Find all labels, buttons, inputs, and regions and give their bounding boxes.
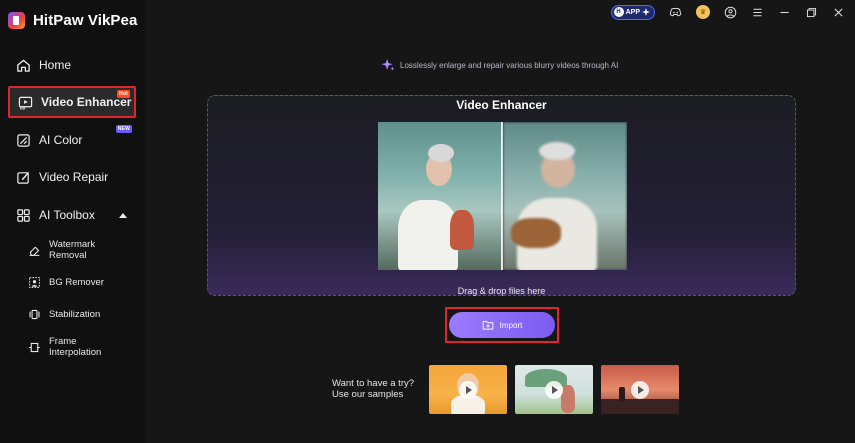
sidebar-item-label: AI Color: [39, 133, 83, 147]
import-highlight: Import: [445, 307, 559, 343]
sidebar-item-label: AI Toolbox: [39, 208, 95, 222]
new-badge: NEW: [115, 125, 132, 133]
hot-badge: Hot: [117, 90, 130, 98]
toolbox-item-bg-remover[interactable]: BG Remover: [28, 276, 138, 289]
sparkle-icon: [642, 8, 650, 16]
play-icon: [631, 381, 649, 399]
folder-plus-icon: [482, 321, 493, 330]
ai-color-icon: [17, 133, 30, 147]
discord-icon[interactable]: [669, 6, 682, 19]
drop-zone[interactable]: Video Enhancer Drag & drop files here: [207, 95, 796, 296]
samples-prompt: Want to have a try? Use our samples: [332, 378, 414, 400]
app-mark-icon: H: [613, 7, 624, 17]
app-name: HitPaw VikPea: [33, 12, 138, 29]
collapse-caret-icon[interactable]: [118, 212, 127, 218]
sidebar-item-video-enhancer[interactable]: HD Video Enhancer Hot: [8, 86, 136, 118]
samples-line-1: Want to have a try?: [332, 378, 415, 389]
samples-line-2: Use our samples: [332, 389, 404, 400]
toolbox-item-label: BG Remover: [49, 277, 104, 288]
brand: HitPaw VikPea: [8, 12, 137, 29]
preview-blurred-half: [503, 122, 627, 270]
app-logo-icon: [8, 12, 25, 29]
sample-video-1[interactable]: [429, 365, 507, 414]
app-label: APP: [625, 8, 640, 16]
drop-zone-hint: Drag & drop files here: [457, 286, 546, 296]
sample-video-3[interactable]: [601, 365, 679, 414]
eraser-icon: [29, 246, 40, 256]
toolbox-item-watermark-removal[interactable]: Watermark Removal: [28, 239, 138, 261]
sidebar-item-home[interactable]: Home: [8, 50, 136, 80]
preview-original-half: [378, 122, 502, 270]
stabilization-icon: [29, 309, 40, 320]
ai-sparkle-icon: [381, 58, 395, 71]
drop-zone-title: Video Enhancer: [456, 98, 547, 112]
bg-remover-icon: [29, 277, 40, 288]
mobile-app-button[interactable]: H APP: [610, 4, 655, 20]
home-icon: [17, 59, 30, 72]
compare-divider: [501, 122, 503, 270]
account-icon[interactable]: [724, 6, 737, 19]
frame-interpolation-icon: [29, 342, 40, 352]
before-after-preview-image: [378, 122, 627, 270]
play-icon: [459, 381, 477, 399]
restore-icon[interactable]: [805, 6, 818, 19]
premium-crown-icon[interactable]: ♛: [696, 5, 710, 19]
minimize-icon[interactable]: [778, 6, 791, 19]
play-icon: [545, 381, 563, 399]
toolbox-item-label: Watermark Removal: [49, 239, 96, 261]
tagline: Losslessly enlarge and repair various bl…: [381, 58, 618, 72]
tagline-text: Losslessly enlarge and repair various bl…: [400, 60, 619, 70]
toolbox-item-label: Frame Interpolation: [49, 336, 102, 358]
sample-video-2[interactable]: [515, 365, 593, 414]
import-label: Import: [499, 320, 523, 330]
menu-icon[interactable]: [751, 6, 764, 19]
sidebar-item-label: Home: [39, 58, 72, 72]
sidebar-item-label: Video Repair: [39, 170, 109, 184]
video-repair-icon: [17, 171, 29, 184]
close-icon[interactable]: [832, 6, 845, 19]
sidebar-item-ai-color[interactable]: AI Color NEW: [8, 125, 136, 155]
import-button[interactable]: Import: [449, 312, 555, 338]
svg-text:HD: HD: [20, 106, 26, 109]
video-enhancer-icon: HD: [18, 96, 33, 110]
sidebar-item-ai-toolbox[interactable]: AI Toolbox: [8, 200, 136, 230]
toolbox-item-label: Stabilization: [49, 309, 101, 320]
toolbox-grid-icon: [17, 208, 30, 222]
title-bar-controls: H APP ♛: [610, 3, 845, 21]
sidebar: HitPaw VikPea Home HD Video Enhancer Hot…: [0, 0, 145, 443]
sidebar-item-video-repair[interactable]: Video Repair: [8, 162, 136, 192]
toolbox-item-stabilization[interactable]: Stabilization: [28, 308, 138, 321]
toolbox-item-frame-interpolation[interactable]: Frame Interpolation: [28, 336, 138, 358]
